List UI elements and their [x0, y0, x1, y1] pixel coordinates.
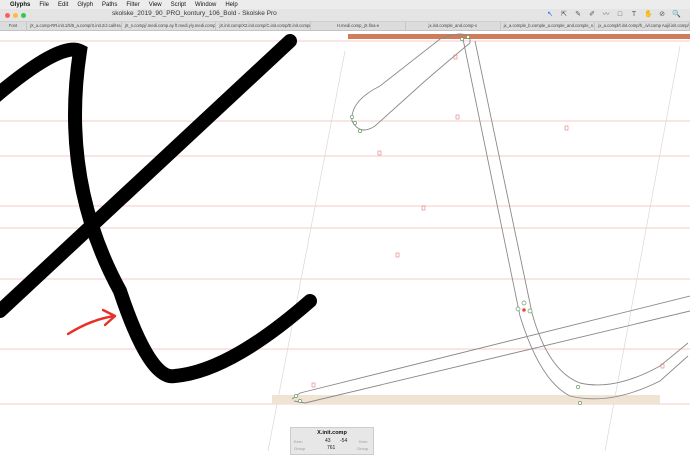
menu-filter[interactable]: Filter — [126, 2, 139, 8]
italic-sidebearing-lines — [267, 45, 681, 452]
zoom-tool-icon[interactable]: 🔍 — [672, 11, 681, 19]
tab-edit-2[interactable]: jX_n.compj/.medi.comp.ay ft.medi.y/y.med… — [122, 22, 217, 30]
hand-tool-icon[interactable]: ✋ — [644, 11, 653, 19]
selected-node[interactable] — [522, 308, 526, 312]
window-titlebar: skolske_2019_90_PRO_kontury_106_Bold - S… — [0, 9, 690, 22]
glyph-name-field[interactable]: X.init.comp — [291, 430, 373, 436]
width-field[interactable]: 761 — [327, 445, 335, 451]
text-tool-icon[interactable]: T — [630, 11, 638, 19]
menu-bar: Glyphs File Edit Glyph Paths Filter View… — [0, 0, 690, 9]
window-controls — [5, 12, 29, 18]
baseline-band — [272, 395, 660, 404]
glyph-info-panel: X.init.comp Kern 43 -54 Kern Group 761 G… — [290, 427, 374, 455]
tab-font[interactable]: Font — [0, 22, 27, 30]
menu-help[interactable]: Help — [225, 2, 237, 8]
close-window-button[interactable] — [5, 12, 10, 18]
brush-tool-icon[interactable]: 〰 — [602, 11, 610, 19]
red-arrow-annotation — [66, 308, 117, 336]
window-title: skolske_2019_90_PRO_kontury_106_Bold - S… — [112, 10, 277, 17]
tool-palette: ↖ ⇱ ✎ ✐ 〰 □ T ✋ ⊘ 🔍 — [546, 11, 681, 19]
group-right-label: Group — [357, 446, 369, 451]
zoom-window-button[interactable] — [21, 12, 26, 18]
menu-edit[interactable]: Edit — [58, 2, 68, 8]
ascender-bar — [348, 34, 690, 39]
menu-script[interactable]: Script — [171, 2, 186, 8]
menu-glyph[interactable]: Glyph — [77, 2, 93, 8]
select-tool-icon[interactable]: ↖ — [546, 11, 554, 19]
measure-tool-icon[interactable]: ⊘ — [658, 11, 666, 19]
tab-edit-5[interactable]: jx.init.comple_and.comp-x — [406, 22, 501, 30]
draw-tool-icon[interactable]: ✎ — [574, 11, 582, 19]
menu-window[interactable]: Window — [195, 2, 216, 8]
tab-edit-4[interactable]: H.medi.comp_jX.fina-e — [311, 22, 406, 30]
tab-bar: Font jX_a.comp-RR.init.1/5/5_a.comp/X.in… — [0, 22, 690, 31]
glyph-preview-stroke — [0, 34, 317, 384]
select-all-tool-icon[interactable]: ⇱ — [560, 11, 568, 19]
pencil-tool-icon[interactable]: ✐ — [588, 11, 596, 19]
glyph-edit-view[interactable] — [0, 31, 690, 453]
tab-edit-7[interactable]: jx_a.compl/t.init.comp/h_.ivl.comp Aajil… — [595, 22, 690, 30]
kern-left-label: Kern — [294, 439, 303, 444]
lsb-field[interactable]: 43 — [325, 438, 331, 444]
tab-edit-3[interactable]: jX.init.comp/X2.init.comp/C.init.comp/E.… — [216, 22, 312, 30]
primitive-tool-icon[interactable]: □ — [616, 11, 624, 19]
minimize-window-button[interactable] — [13, 12, 18, 18]
group-left-label: Group — [294, 446, 306, 451]
glyph-outline[interactable] — [291, 33, 690, 404]
tab-edit-1[interactable]: jX_a.comp-RR.init.1/5/5_a.comp/X.init.2/… — [27, 22, 122, 30]
rsb-field[interactable]: -54 — [340, 438, 347, 444]
menu-view[interactable]: View — [149, 2, 162, 8]
menu-file[interactable]: File — [39, 2, 49, 8]
tab-edit-6[interactable]: jx_a.comple_b.comple_a.comple_and.comple… — [501, 22, 596, 30]
menu-glyphs[interactable]: Glyphs — [10, 2, 30, 8]
menu-paths[interactable]: Paths — [102, 2, 117, 8]
glyph-edit-canvas[interactable] — [0, 31, 690, 453]
kern-right-label: Kern — [359, 439, 368, 444]
